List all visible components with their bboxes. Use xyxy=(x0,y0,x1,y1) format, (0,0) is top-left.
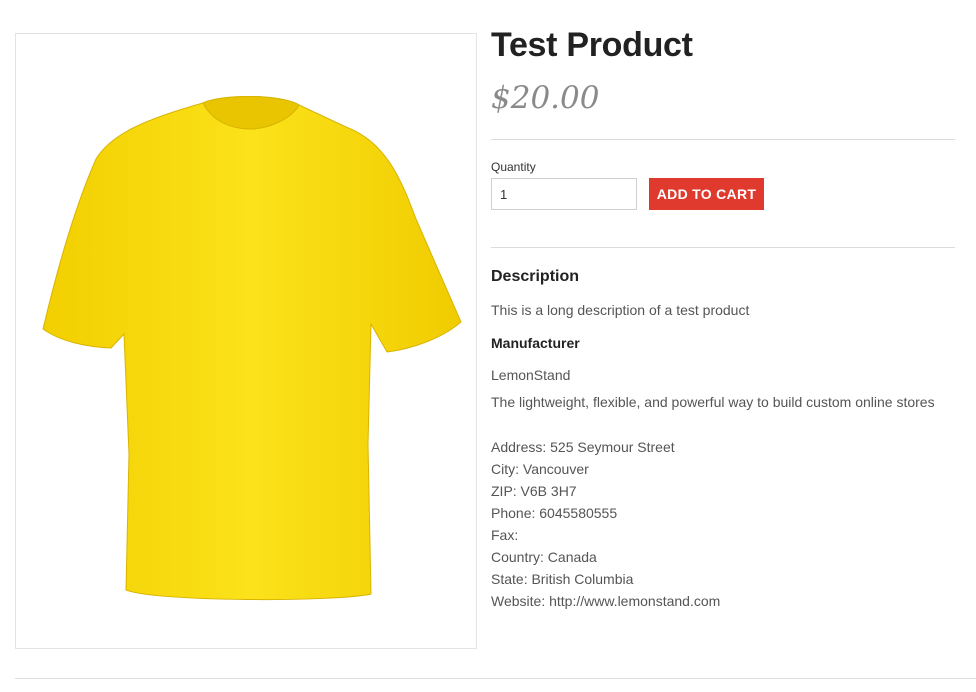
divider xyxy=(491,139,955,140)
product-image-frame xyxy=(15,33,477,649)
tshirt-body xyxy=(42,95,462,601)
quantity-input[interactable] xyxy=(491,178,637,210)
manufacturer-heading: Manufacturer xyxy=(491,335,580,351)
manufacturer-state: State: British Columbia xyxy=(491,571,634,587)
manufacturer-website: Website: http://www.lemonstand.com xyxy=(491,593,721,609)
manufacturer-name: LemonStand xyxy=(491,367,571,383)
manufacturer-contact-list: Address: 525 Seymour Street City: Vancou… xyxy=(491,436,720,612)
description-heading: Description xyxy=(491,268,580,285)
description-text: This is a long description of a test pro… xyxy=(491,302,750,318)
product-image-tshirt xyxy=(42,95,462,601)
manufacturer-tagline: The lightweight, flexible, and powerful … xyxy=(491,394,935,410)
product-title: Test Product xyxy=(491,26,693,64)
divider xyxy=(491,247,955,248)
manufacturer-address: Address: 525 Seymour Street xyxy=(491,439,675,455)
product-price: $20.00 xyxy=(491,80,600,116)
manufacturer-zip: ZIP: V6B 3H7 xyxy=(491,483,577,499)
footer-divider xyxy=(15,678,976,679)
add-to-cart-button[interactable]: ADD TO CART xyxy=(649,178,764,210)
manufacturer-phone: Phone: 6045580555 xyxy=(491,505,618,521)
quantity-label: Quantity xyxy=(491,160,536,174)
manufacturer-fax: Fax: xyxy=(491,527,519,543)
manufacturer-city: City: Vancouver xyxy=(491,461,589,477)
manufacturer-country: Country: Canada xyxy=(491,549,597,565)
